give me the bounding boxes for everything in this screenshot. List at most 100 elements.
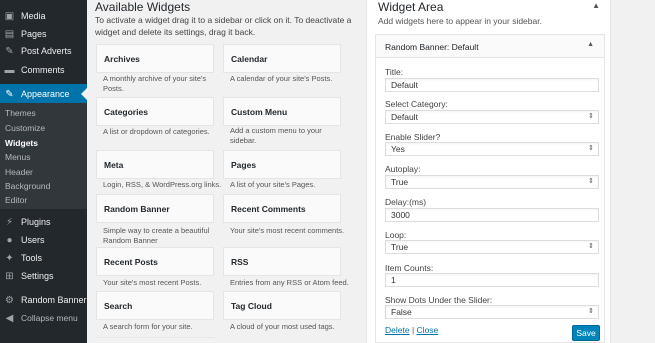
- widget-recent-posts[interactable]: Recent Posts: [96, 247, 214, 276]
- title-input[interactable]: Default: [385, 78, 599, 92]
- submenu-header[interactable]: Header: [5, 167, 33, 177]
- widget-title: Random Banner: [104, 204, 170, 214]
- pages-icon: ▤: [4, 28, 15, 40]
- settings-icon: ⊞: [5, 270, 14, 282]
- widget-description: Entries from any RSS or Atom feed.: [230, 278, 349, 287]
- collapse-menu-button[interactable]: ◀ Collapse menu: [0, 308, 87, 328]
- gear-icon: ⚙: [5, 294, 14, 306]
- widget-meta[interactable]: Meta: [96, 150, 214, 179]
- category-select[interactable]: Default ⇕: [385, 110, 599, 124]
- widget-name: Random Banner: [385, 42, 447, 52]
- widget-pages[interactable]: Pages: [223, 150, 341, 179]
- sidebar-item-label: Tools: [21, 253, 43, 263]
- sidebar-item-users[interactable]: ● Users: [0, 230, 87, 250]
- link-separator: |: [411, 325, 415, 335]
- widget-area-title: Widget Area: [378, 0, 444, 14]
- widget-custom-menu[interactable]: Custom Menu: [223, 97, 341, 126]
- widget-description: A list of your site's Pages.: [230, 180, 316, 189]
- sidebar-item-label: Post Adverts: [21, 46, 72, 56]
- slider-label: Enable Slider?: [385, 132, 441, 142]
- submenu-menus[interactable]: Menus: [5, 152, 31, 162]
- widget-header-title: Random Banner: Default: [385, 42, 479, 52]
- widget-title: Tag Cloud: [231, 301, 272, 311]
- appearance-icon: ✎: [5, 88, 14, 100]
- delay-label: Delay:(ms): [385, 197, 427, 207]
- appearance-submenu: Themes Customize Widgets Menus Header Ba…: [0, 103, 87, 209]
- autoplay-label: Autoplay:: [385, 164, 421, 174]
- widget-archives[interactable]: Archives: [96, 44, 214, 73]
- submenu-widgets[interactable]: Widgets: [5, 138, 38, 148]
- random-banner-widget-form: Random Banner: Default ▲ Title: Default …: [375, 34, 605, 343]
- sidebar-item-label: Media: [21, 11, 46, 21]
- widget-title: Search: [104, 301, 133, 311]
- close-link[interactable]: Close: [417, 325, 439, 335]
- widget-categories[interactable]: Categories: [96, 97, 214, 126]
- select-arrows-icon: ⇕: [588, 243, 594, 250]
- widget-random-banner[interactable]: Random Banner: [96, 194, 214, 223]
- delay-input[interactable]: 3000: [385, 208, 599, 222]
- media-icon: ▣: [4, 10, 15, 22]
- widget-control-links: Delete | Close: [385, 325, 438, 335]
- delete-link[interactable]: Delete: [385, 325, 410, 335]
- widget-title: Categories: [104, 107, 148, 117]
- caret-up-icon[interactable]: ▲: [587, 41, 594, 48]
- sidebar-item-appearance[interactable]: ✎ Appearance: [0, 84, 87, 104]
- sidebar-item-settings[interactable]: ⊞ Settings: [0, 266, 87, 286]
- slider-select[interactable]: Yes ⇕: [385, 142, 599, 156]
- widget-tag-cloud[interactable]: Tag Cloud: [223, 291, 341, 320]
- collapse-arrow-icon[interactable]: ▲: [592, 1, 600, 10]
- comments-icon: ▬: [4, 64, 15, 76]
- sidebar-item-label: Random Banner: [21, 295, 87, 305]
- autoplay-select[interactable]: True ⇕: [385, 175, 599, 189]
- submenu-themes[interactable]: Themes: [5, 108, 36, 118]
- sidebar-item-post-adverts[interactable]: ✎ Post Adverts: [0, 41, 87, 61]
- collapse-icon: ◀: [5, 312, 14, 324]
- select-arrows-icon: ⇕: [588, 113, 594, 120]
- next-widget-edge: [95, 337, 215, 343]
- autoplay-value: True: [391, 177, 409, 187]
- plugins-icon: ⚡: [5, 216, 14, 228]
- select-arrows-icon: ⇕: [588, 308, 594, 315]
- admin-sidebar: ▣ Media ▤ Pages ✎ Post Adverts ▬ Comment…: [0, 0, 87, 343]
- category-value: Default: [391, 112, 418, 122]
- widget-title: Pages: [231, 160, 257, 170]
- widget-rss[interactable]: RSS: [223, 247, 341, 276]
- pin-icon: ✎: [5, 45, 14, 57]
- widget-description: A monthly archive of your site's Posts.: [103, 74, 207, 93]
- widget-title: Recent Comments: [231, 204, 306, 214]
- submenu-customize[interactable]: Customize: [5, 123, 45, 133]
- widget-description: A cloud of your most used tags.: [230, 322, 335, 331]
- sidebar-item-label: Collapse menu: [21, 313, 78, 323]
- slider-value: Yes: [391, 144, 405, 154]
- sidebar-item-tools[interactable]: ✦ Tools: [0, 248, 87, 268]
- widget-search[interactable]: Search: [96, 291, 214, 320]
- widget-title: Meta: [104, 160, 124, 170]
- widget-header[interactable]: Random Banner: Default ▲: [376, 35, 604, 58]
- widget-description: Login, RSS, & WordPress.org links.: [103, 180, 222, 189]
- loop-select[interactable]: True ⇕: [385, 240, 599, 254]
- save-button[interactable]: Save: [572, 325, 600, 341]
- sidebar-item-label: Plugins: [21, 217, 51, 227]
- item-counts-input[interactable]: 1: [385, 273, 599, 287]
- widget-area-panel: Widget Area ▲ Add widgets here to appear…: [366, 0, 611, 343]
- widget-description: A calendar of your site's Posts.: [230, 74, 333, 83]
- widget-description: Your site's most recent Posts.: [103, 278, 202, 287]
- sidebar-item-plugins[interactable]: ⚡ Plugins: [0, 212, 87, 232]
- title-value: Default: [391, 80, 418, 90]
- loop-value: True: [391, 242, 409, 252]
- widget-title: Recent Posts: [104, 257, 158, 267]
- submenu-editor[interactable]: Editor: [5, 195, 27, 205]
- widget-description: A list or dropdown of categories.: [103, 127, 210, 136]
- item-counts-value: 1: [391, 275, 396, 285]
- sidebar-item-random-banner[interactable]: ⚙ Random Banner: [0, 290, 87, 310]
- widget-calendar[interactable]: Calendar: [223, 44, 341, 73]
- submenu-background[interactable]: Background: [5, 181, 50, 191]
- dots-label: Show Dots Under the Slider:: [385, 295, 493, 305]
- tools-icon: ✦: [5, 252, 14, 264]
- users-icon: ●: [6, 234, 13, 246]
- delay-value: 3000: [391, 210, 410, 220]
- widget-recent-comments[interactable]: Recent Comments: [223, 194, 341, 223]
- sidebar-item-comments[interactable]: ▬ Comments: [0, 60, 87, 80]
- dots-select[interactable]: False ⇕: [385, 305, 599, 319]
- sidebar-item-media[interactable]: ▣ Media: [0, 6, 87, 26]
